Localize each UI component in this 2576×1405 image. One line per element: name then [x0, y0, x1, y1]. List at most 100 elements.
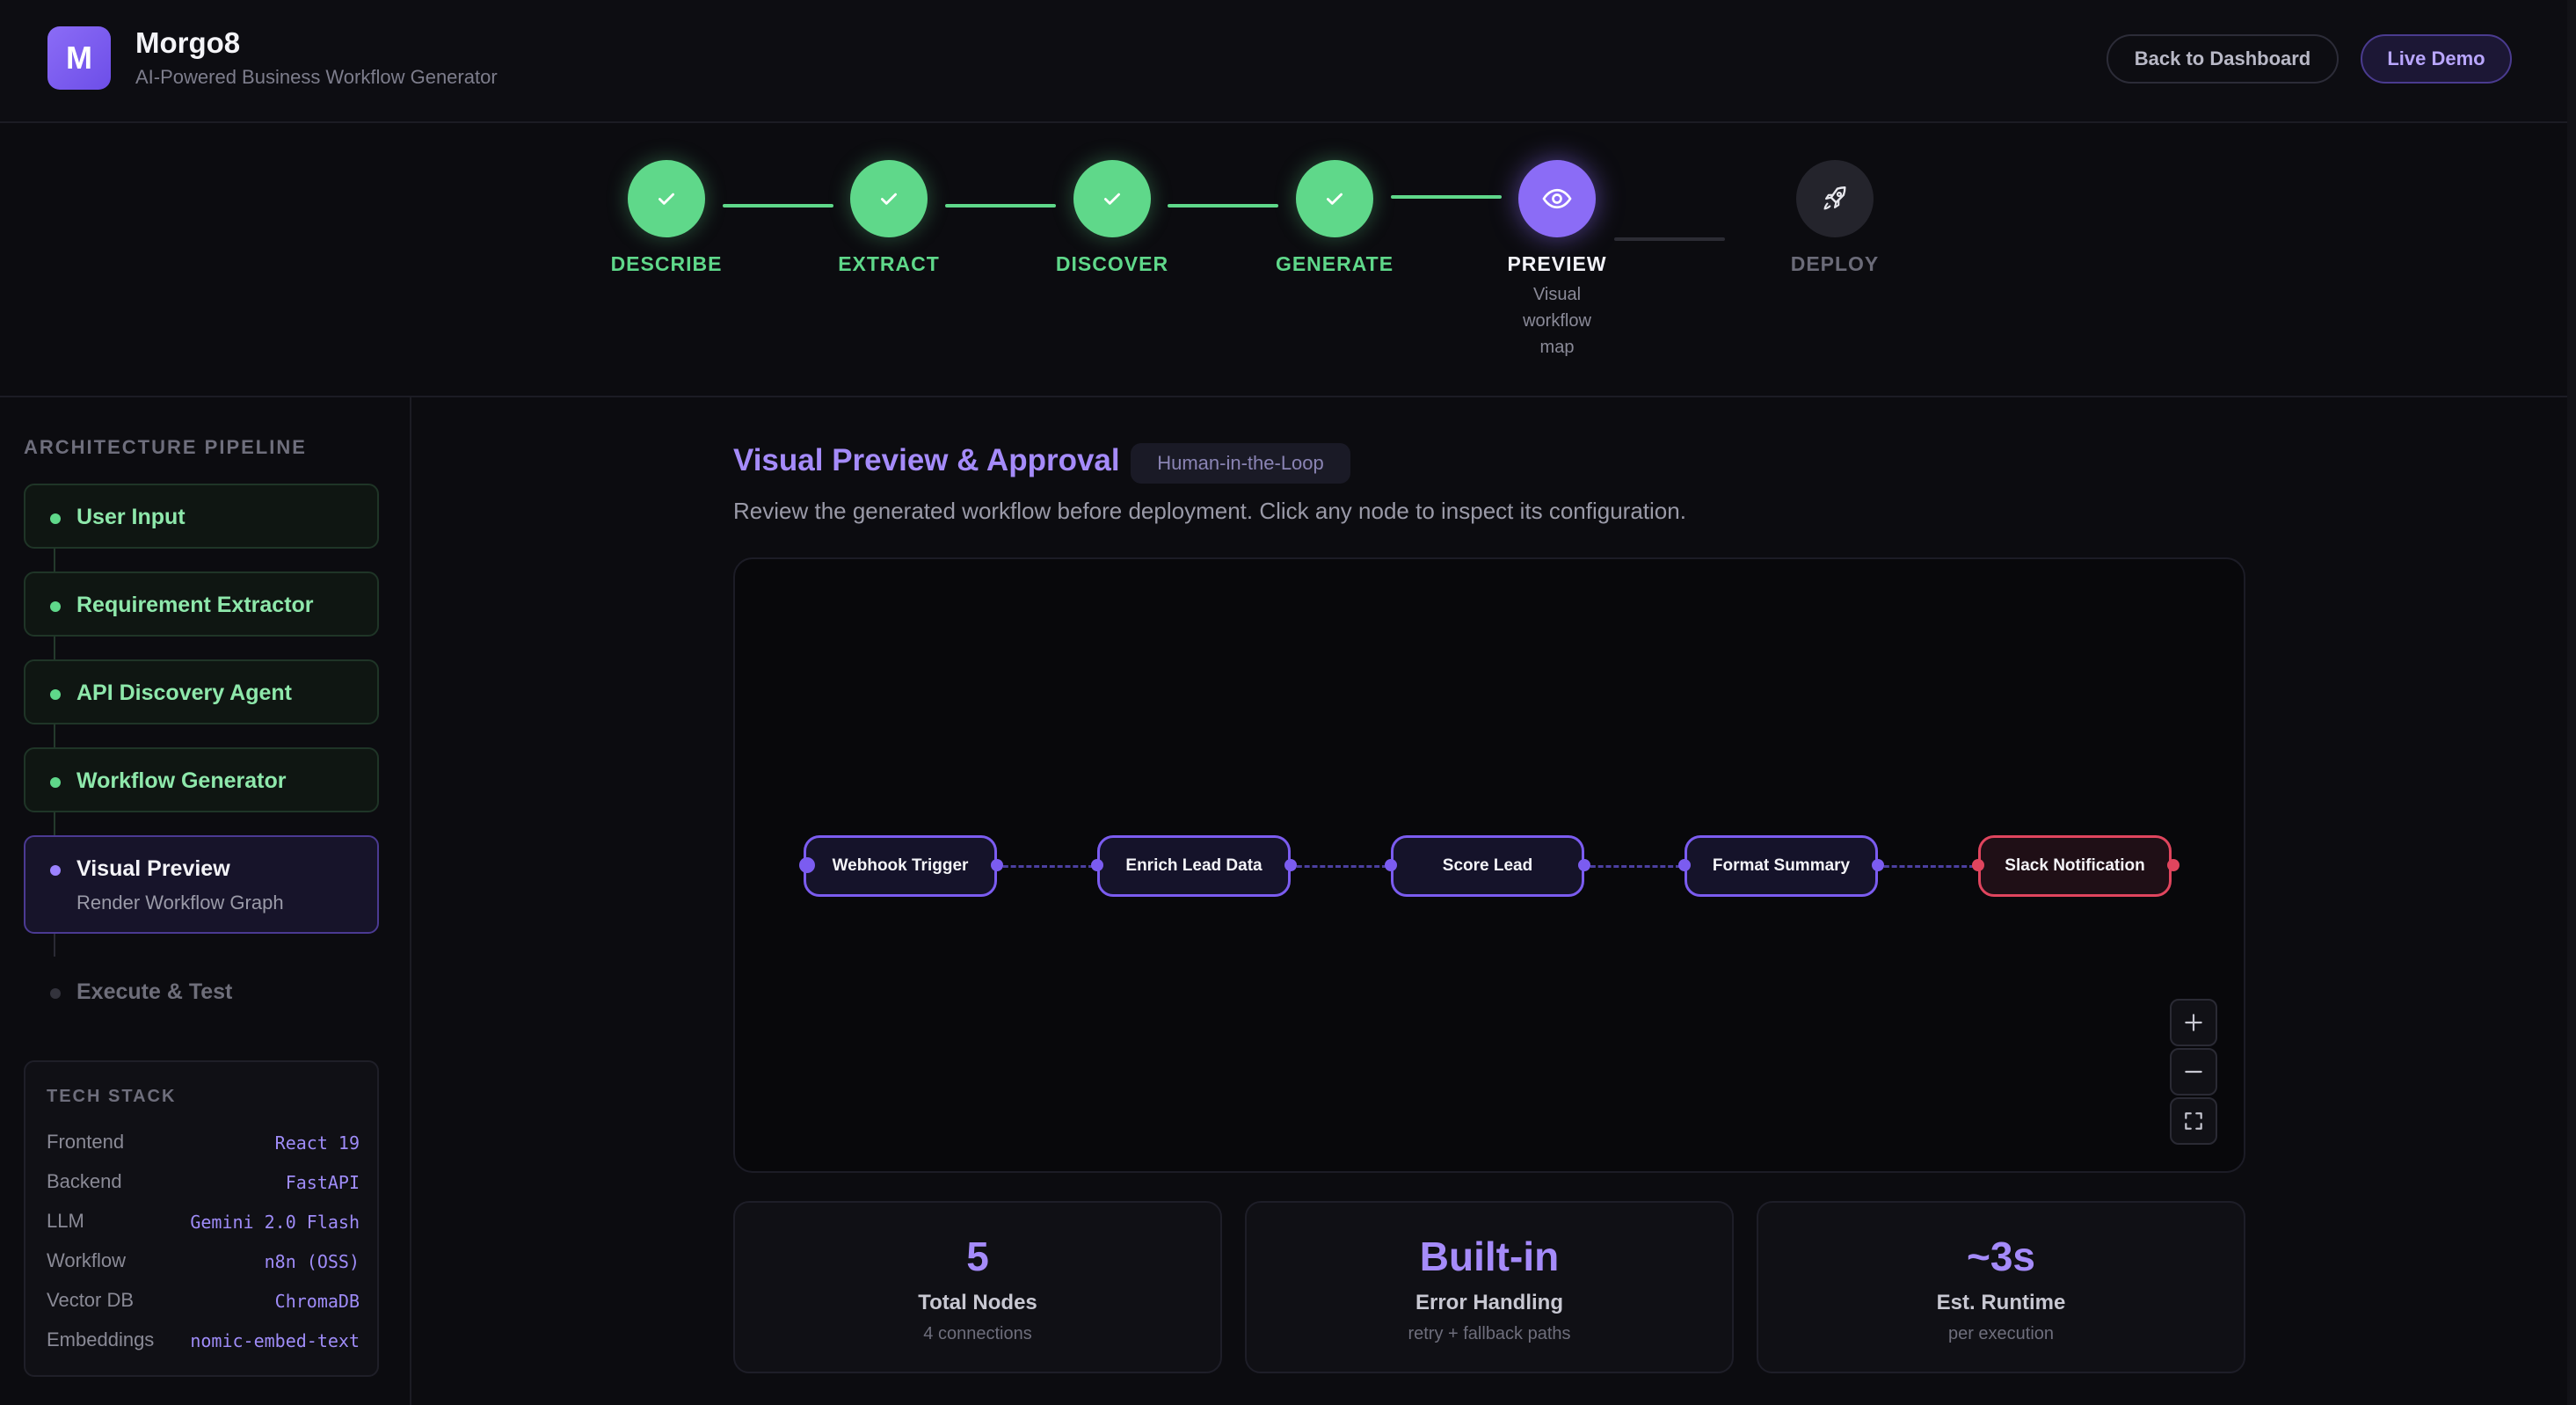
- check-icon: [1327, 193, 1343, 205]
- tech-key: Backend: [47, 1170, 122, 1192]
- pipeline-item-label: Requirement Extractor: [76, 593, 314, 617]
- back-to-dashboard-button[interactable]: Back to Dashboard: [2107, 34, 2339, 84]
- node-input-handle[interactable]: [1972, 859, 1984, 871]
- step-label-deploy: DEPLOY: [1790, 252, 1880, 275]
- stat-name: Error Handling: [1415, 1291, 1563, 1314]
- sidebar-title: ARCHITECTURE PIPELINE: [24, 436, 307, 458]
- workflow-node-webhook-trigger[interactable]: Webhook Trigger: [804, 835, 997, 897]
- tech-stack-title: TECH STACK: [47, 1087, 177, 1106]
- pipeline-item-label: API Discovery Agent: [76, 681, 292, 705]
- tech-value: nomic-embed-text: [190, 1330, 360, 1351]
- pipeline-item-sublabel: Render Workflow Graph: [76, 892, 284, 914]
- live-demo-button[interactable]: Live Demo: [2361, 34, 2512, 84]
- pipeline-connector: [54, 549, 55, 571]
- step-connector: [1391, 195, 1502, 199]
- status-dot: [50, 777, 61, 788]
- step-connector: [1168, 204, 1278, 207]
- step-label-discover: DISCOVER: [1055, 252, 1169, 275]
- workflow-canvas[interactable]: Webhook Trigger Enrich Lead Data Score L…: [733, 557, 2245, 1173]
- zoom-out-button[interactable]: [2170, 1048, 2217, 1096]
- node-output-handle[interactable]: [2167, 859, 2179, 871]
- pipeline-connector: [54, 637, 55, 659]
- pipeline-item-execute-test[interactable]: Execute & Test: [24, 958, 379, 1023]
- pipeline-item-label: User Input: [76, 505, 186, 529]
- stat-value: 5: [966, 1234, 989, 1279]
- step-connector: [723, 204, 833, 207]
- tech-stack-panel: TECH STACK Frontend React 19 Backend Fas…: [24, 1060, 379, 1377]
- pipeline-item-workflow-generator[interactable]: Workflow Generator: [24, 747, 379, 812]
- workflow-edge: [1583, 865, 1681, 868]
- zoom-in-icon: [2185, 1014, 2202, 1031]
- pipeline-item-user-input[interactable]: User Input: [24, 484, 379, 549]
- step-label-describe: DESCRIBE: [610, 252, 723, 275]
- pipeline-item-api-discovery-agent[interactable]: API Discovery Agent: [24, 659, 379, 724]
- stat-value: ~3s: [1966, 1234, 2036, 1279]
- node-input-handle[interactable]: [1678, 859, 1691, 871]
- hitl-badge: Human-in-the-Loop: [1131, 443, 1350, 484]
- tech-value: n8n (OSS): [264, 1251, 360, 1272]
- pipeline-connector: [54, 724, 55, 747]
- node-output-handle[interactable]: [1872, 859, 1884, 871]
- workflow-node-slack-notification[interactable]: Slack Notification: [1978, 835, 2172, 897]
- node-output-handle[interactable]: [991, 859, 1003, 871]
- stat-card-est-runtime: ~3s Est. Runtime per execution: [1757, 1201, 2245, 1373]
- step-describe[interactable]: [628, 160, 705, 237]
- step-deploy[interactable]: [1796, 160, 1874, 237]
- tech-key: LLM: [47, 1210, 84, 1232]
- stat-card-total-nodes: 5 Total Nodes 4 connections: [733, 1201, 1222, 1373]
- step-preview[interactable]: [1518, 160, 1596, 237]
- sidebar: ARCHITECTURE PIPELINE User Input Require…: [0, 397, 411, 1405]
- node-output-handle[interactable]: [1578, 859, 1590, 871]
- window-scrollbar[interactable]: [2567, 0, 2576, 1405]
- zoom-in-button[interactable]: [2170, 999, 2217, 1046]
- brand-name: Morgo8: [135, 26, 241, 59]
- step-desc-preview: Visual workflow map: [1504, 281, 1610, 360]
- step-discover[interactable]: [1073, 160, 1151, 237]
- stat-note: 4 connections: [923, 1324, 1032, 1343]
- step-label-preview: PREVIEW: [1507, 252, 1607, 275]
- node-input-handle[interactable]: [799, 857, 815, 873]
- fit-view-button[interactable]: [2170, 1097, 2217, 1145]
- pipeline-item-requirement-extractor[interactable]: Requirement Extractor: [24, 571, 379, 637]
- tech-row: Vector DB ChromaDB: [47, 1289, 360, 1315]
- step-label-extract: EXTRACT: [838, 252, 940, 275]
- brand-initial: M: [66, 40, 92, 76]
- step-extract[interactable]: [850, 160, 928, 237]
- tech-key: Workflow: [47, 1249, 127, 1271]
- step-connector: [1614, 237, 1725, 241]
- workflow-edge: [1289, 865, 1387, 868]
- app-header: M Morgo8 AI-Powered Business Workflow Ge…: [0, 0, 2576, 123]
- fit-view-icon: [2185, 1112, 2202, 1130]
- node-output-handle[interactable]: [1284, 859, 1297, 871]
- stat-note: retry + fallback paths: [1408, 1324, 1571, 1343]
- pipeline-item-label: Workflow Generator: [76, 768, 287, 793]
- pipeline-connector: [54, 934, 55, 957]
- stat-note: per execution: [1947, 1324, 2055, 1343]
- pipeline-item-label: Visual Preview: [76, 856, 230, 881]
- stat-card-error-handling: Built-in Error Handling retry + fallback…: [1245, 1201, 1734, 1373]
- node-input-handle[interactable]: [1091, 859, 1103, 871]
- pipeline-connector: [54, 812, 55, 835]
- tech-value: ChromaDB: [274, 1291, 360, 1312]
- eye-icon: [1542, 188, 1572, 209]
- workflow-node-score-lead[interactable]: Score Lead: [1391, 835, 1584, 897]
- step-connector: [945, 204, 1056, 207]
- stat-name: Total Nodes: [918, 1291, 1037, 1314]
- tech-value: Gemini 2.0 Flash: [190, 1212, 360, 1233]
- workflow-node-enrich-lead-data[interactable]: Enrich Lead Data: [1097, 835, 1291, 897]
- status-dot: [50, 689, 61, 700]
- step-generate[interactable]: [1296, 160, 1373, 237]
- brand-logo[interactable]: M: [47, 26, 111, 90]
- status-dot: [50, 865, 61, 876]
- pipeline-item-visual-preview[interactable]: Visual Preview Render Workflow Graph: [24, 835, 379, 934]
- progress-stepper: DESCRIBE EXTRACT DISCOVER GENERATE PREVI…: [0, 125, 2576, 397]
- tech-value: React 19: [274, 1132, 360, 1154]
- workflow-edge: [1876, 865, 1975, 868]
- node-input-handle[interactable]: [1385, 859, 1397, 871]
- workflow-node-format-summary[interactable]: Format Summary: [1685, 835, 1878, 897]
- workflow-edge: [995, 865, 1094, 868]
- stat-value: Built-in: [1419, 1234, 1560, 1279]
- step-label-generate: GENERATE: [1275, 252, 1394, 275]
- status-dot: [50, 988, 61, 999]
- tech-row: Embeddings nomic-embed-text: [47, 1329, 360, 1355]
